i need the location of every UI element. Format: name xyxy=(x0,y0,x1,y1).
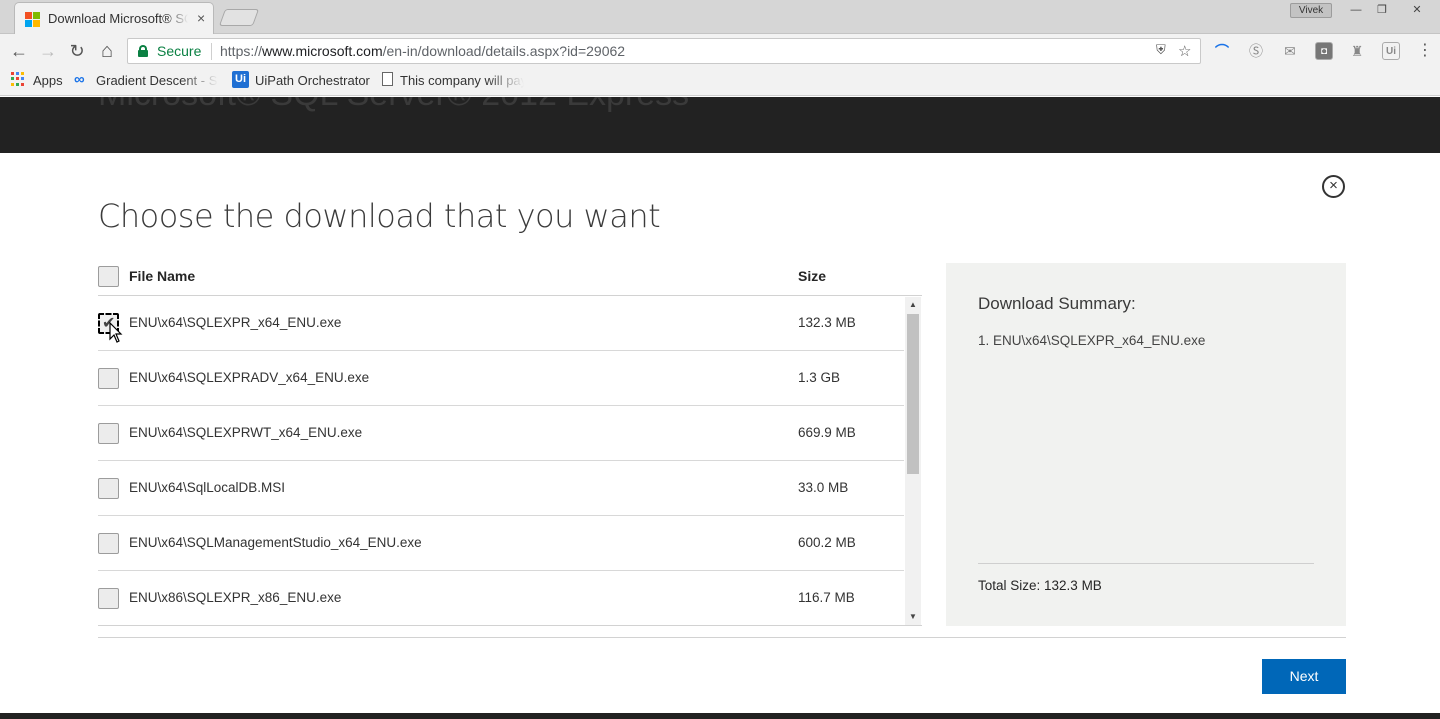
file-row[interactable]: ENU\x64\SQLEXPRWT_x64_ENU.exe 669.9 MB xyxy=(98,406,904,461)
mail-icon[interactable]: ✉ xyxy=(1281,42,1299,60)
menu-dots-icon[interactable]: ⋮ xyxy=(1416,42,1434,60)
bookmark-company[interactable]: This company will pay xyxy=(400,73,524,88)
file-checkbox[interactable] xyxy=(98,533,119,554)
url-host: www.microsoft.com xyxy=(262,43,383,59)
forward-icon[interactable]: → xyxy=(38,41,58,61)
file-checkbox[interactable] xyxy=(98,478,119,499)
file-row[interactable]: ENU\x64\SQLEXPR_x64_ENU.exe 132.3 MB xyxy=(98,296,904,351)
file-size: 132.3 MB xyxy=(798,315,856,330)
skype-icon[interactable]: Ⓢ xyxy=(1247,42,1265,60)
page-icon xyxy=(382,72,393,86)
page-bottom-strip xyxy=(0,713,1440,719)
browser-titlebar: Download Microsoft® SQ × Vivek — ❐ ✕ xyxy=(0,0,1440,34)
bookmark-gradient-descent[interactable]: Gradient Descent - St xyxy=(96,73,218,88)
bookmark-apps[interactable]: Apps xyxy=(33,73,63,88)
uipath-icon: Ui xyxy=(232,71,249,88)
file-checkbox[interactable] xyxy=(98,368,119,389)
url-path: /en-in/download/details.aspx?id=29062 xyxy=(382,43,626,59)
file-row[interactable]: ENU\x86\SQLEXPR_x86_ENU.exe 116.7 MB xyxy=(98,571,904,626)
file-size: 1.3 GB xyxy=(798,370,841,385)
file-size: 33.0 MB xyxy=(798,480,849,495)
back-icon[interactable]: ← xyxy=(9,41,29,61)
summary-title: Download Summary: xyxy=(978,294,1136,313)
file-size: 669.9 MB xyxy=(798,425,856,440)
restore-button[interactable]: ❐ xyxy=(1370,2,1394,19)
url-text[interactable]: https://www.microsoft.com/en-in/download… xyxy=(220,43,625,59)
apps-grid-icon xyxy=(11,72,25,86)
file-name: ENU\x64\SQLEXPR_x64_ENU.exe xyxy=(129,315,342,330)
file-row[interactable]: ENU\x64\SqlLocalDB.MSI 33.0 MB xyxy=(98,461,904,516)
scroll-down-icon[interactable]: ▼ xyxy=(905,609,921,625)
dialog-title: Choose the download that you want xyxy=(98,197,661,235)
close-icon[interactable]: × xyxy=(1322,175,1345,198)
owl-icon[interactable]: ♜ xyxy=(1348,42,1366,60)
lock-icon xyxy=(138,45,148,57)
summary-divider xyxy=(978,563,1314,564)
file-size: 600.2 MB xyxy=(798,535,856,550)
summary-total: Total Size: 132.3 MB xyxy=(978,578,1102,593)
file-list-scrollbar[interactable]: ▲ ▼ xyxy=(905,297,921,625)
summary-item: 1. ENU\x64\SQLEXPR_x64_ENU.exe xyxy=(978,333,1206,348)
download-summary-panel: Download Summary: 1. ENU\x64\SQLEXPR_x64… xyxy=(946,263,1346,626)
bookmark-uipath-orchestrator[interactable]: UiPath Orchestrator xyxy=(255,73,370,88)
file-size: 116.7 MB xyxy=(798,590,855,605)
minimize-button[interactable]: — xyxy=(1344,2,1368,19)
new-tab-button[interactable] xyxy=(218,9,260,26)
file-row[interactable]: ENU\x64\SQLEXPRADV_x64_ENU.exe 1.3 GB xyxy=(98,351,904,406)
uipath-ext-icon[interactable]: Ui xyxy=(1382,42,1400,60)
file-name: ENU\x64\SQLManagementStudio_x64_ENU.exe xyxy=(129,535,422,550)
file-name: ENU\x64\SQLEXPRWT_x64_ENU.exe xyxy=(129,425,363,440)
browser-tab[interactable]: Download Microsoft® SQ × xyxy=(14,2,214,34)
reload-icon[interactable]: ↻ xyxy=(67,41,87,61)
next-button[interactable]: Next xyxy=(1262,659,1346,694)
star-icon[interactable]: ☆ xyxy=(1178,42,1191,60)
close-window-button[interactable]: ✕ xyxy=(1405,2,1429,19)
tab-title: Download Microsoft® SQ xyxy=(48,11,188,26)
file-name: ENU\x64\SQLEXPRADV_x64_ENU.exe xyxy=(129,370,370,385)
infinity-icon: ∞ xyxy=(74,71,85,88)
file-row[interactable]: ENU\x64\SQLManagementStudio_x64_ENU.exe … xyxy=(98,516,904,571)
shield-block-icon[interactable]: ⛨ xyxy=(1156,42,1166,58)
pocket-icon[interactable]: ◘ xyxy=(1315,42,1333,60)
home-icon[interactable]: ⌂ xyxy=(97,41,117,61)
url-scheme: https:// xyxy=(220,43,263,59)
address-separator xyxy=(211,43,212,60)
arc-icon[interactable]: ⌒ xyxy=(1213,42,1231,60)
file-checkbox[interactable] xyxy=(98,588,119,609)
footer-divider xyxy=(98,637,1346,638)
secure-label: Secure xyxy=(157,43,202,59)
hero-title: Microsoft® SQL Server® 2012 Express xyxy=(98,97,689,114)
scroll-up-icon[interactable]: ▲ xyxy=(905,297,921,313)
file-name: ENU\x86\SQLEXPR_x86_ENU.exe xyxy=(129,590,342,605)
address-bar[interactable]: Secure https://www.microsoft.com/en-in/d… xyxy=(127,38,1201,64)
tab-close-icon[interactable]: × xyxy=(197,10,205,26)
list-bottom-divider xyxy=(98,625,922,626)
file-checkbox[interactable] xyxy=(98,423,119,444)
column-size: Size xyxy=(798,268,827,284)
file-name: ENU\x64\SqlLocalDB.MSI xyxy=(129,480,286,495)
select-all-checkbox[interactable] xyxy=(98,266,119,287)
microsoft-logo-icon xyxy=(25,12,40,27)
column-file-name: File Name xyxy=(129,268,196,284)
scroll-thumb[interactable] xyxy=(907,314,919,474)
page-hero: Microsoft® SQL Server® 2012 Express xyxy=(0,97,1440,153)
profile-button[interactable]: Vivek xyxy=(1290,3,1332,18)
